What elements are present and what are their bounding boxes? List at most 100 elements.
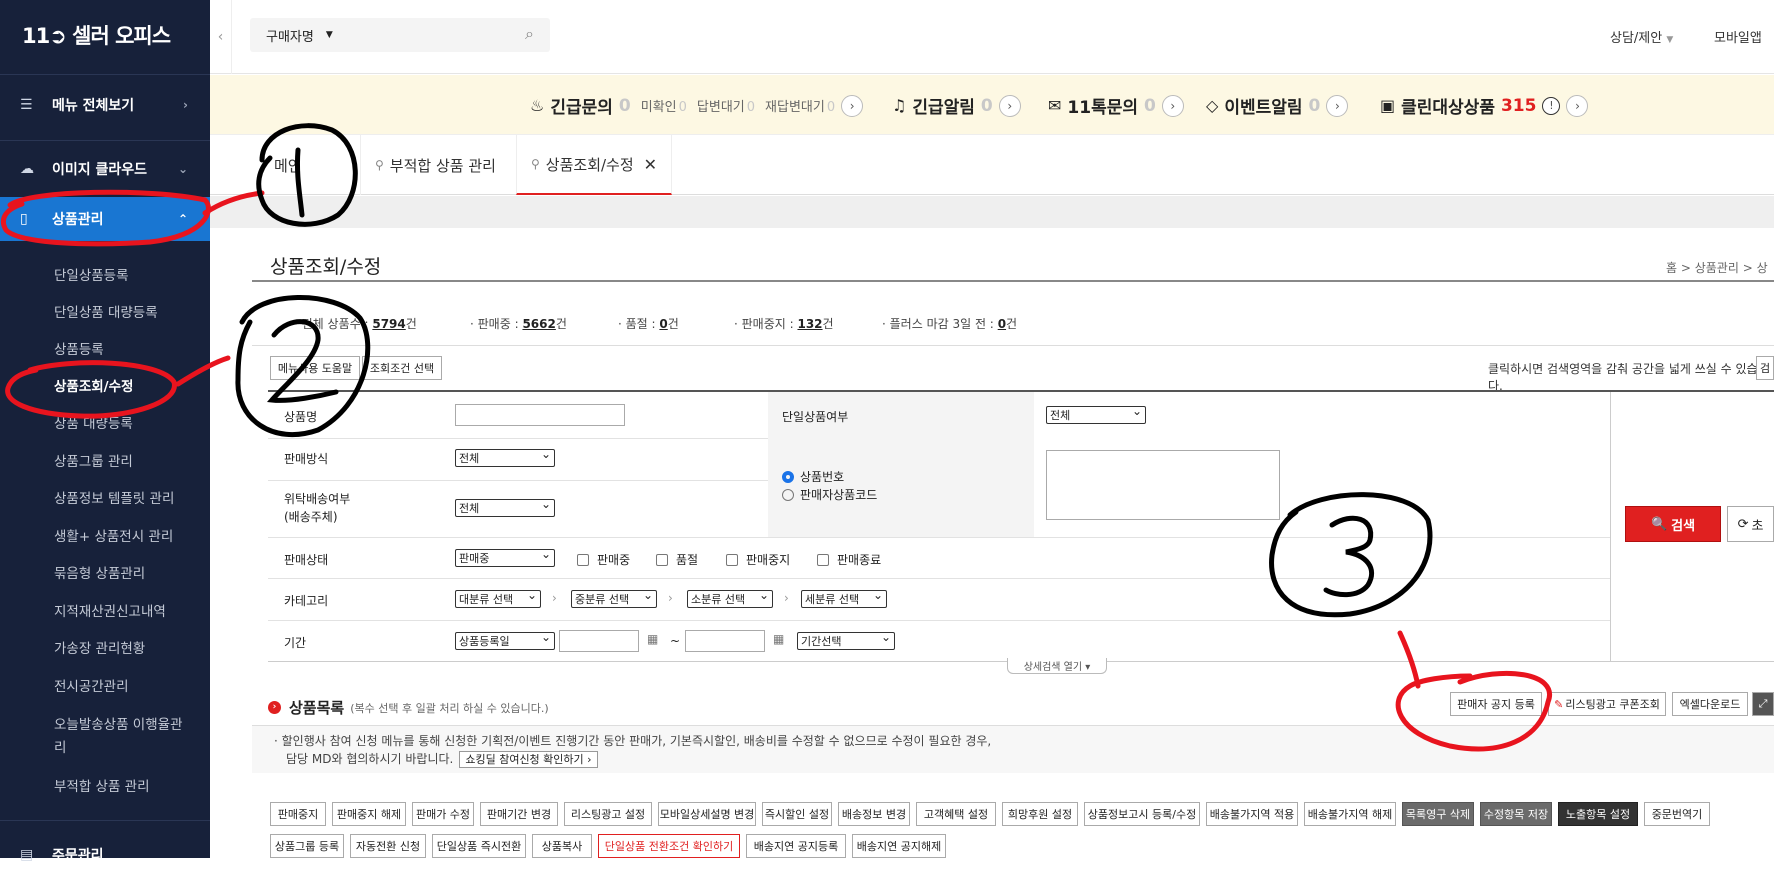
radio-product-no[interactable]: 상품번호 [782,468,844,485]
action-button[interactable]: 단일상품 즉시전환 [432,834,526,858]
info-icon[interactable]: ! [1542,96,1561,115]
sidebar-subitem-current[interactable]: 상품조회/수정 [54,375,133,395]
action-button[interactable]: 즉시할인 설정 [762,802,832,826]
action-button[interactable]: 모바일상세설명 변경 [658,802,756,826]
sidebar-item-product-mgmt[interactable]: ▯ 상품관리 ⌃ [0,197,210,241]
chevron-right-icon[interactable]: › [998,94,1021,117]
clean-target[interactable]: ▣ 클린대상상품 315 ! › [1380,93,1589,118]
breadcrumb[interactable]: 홈 > 상품관리 > 상 [1666,259,1768,276]
stat-on-sale[interactable]: · 판매중 : 5662건 [470,315,567,332]
mobile-app-link[interactable]: 모바일앱 [1714,27,1762,46]
sidebar-subitem[interactable]: 상품그룹 관리 [54,450,133,470]
product-no-textarea[interactable] [1046,450,1280,520]
chevron-right-icon[interactable]: › [1161,94,1184,117]
help-button[interactable]: 메뉴사용 도움말 [270,356,360,380]
tab-product-search[interactable]: ⚲ 상품조회/수정 ✕ [516,135,673,195]
buyer-search-box[interactable]: 구매자명 ▼ ⌕ [250,18,550,52]
action-button[interactable]: 판매기간 변경 [480,802,558,826]
stat-value[interactable]: 5794 [372,317,405,331]
action-button[interactable]: 판매중지 [270,802,326,826]
stat-value[interactable]: 0 [998,317,1006,331]
sidebar-subitem[interactable]: 상품 대량등록 [54,412,133,432]
sidebar-subitem[interactable]: 상품정보 템플릿 관리 [54,487,174,507]
menu-all-button[interactable]: ☰ 메뉴 전체보기 › [0,86,210,124]
stat-sold-out[interactable]: · 품절 : 0건 [618,315,679,332]
period-start-input[interactable] [559,630,639,652]
category-l2-select[interactable]: 중분류 선택 [571,588,657,608]
shocking-deal-link[interactable]: 쇼킹딜 참여신청 확인하기 › [459,751,598,768]
search-button[interactable]: 🔍 검색 [1625,506,1721,542]
consign-select[interactable]: 전체 [455,497,555,517]
action-button[interactable]: 리스팅광고 설정 [564,802,652,826]
status-checkbox[interactable]: 판매종료 [817,551,881,568]
talk-inquiry[interactable]: ✉ 11톡문의 0 › [1048,93,1184,118]
action-button[interactable]: 목록영구 삭제 [1402,802,1474,826]
urgent-inquiry[interactable]: ♨ 긴급문의 0 미확인 0 답변대기 0 재답변대기 0 › [530,93,864,118]
close-icon[interactable]: ✕ [644,155,657,174]
action-button[interactable]: 자동전환 신청 [350,834,426,858]
action-button[interactable]: 배송지연 공지해제 [852,834,946,858]
stat-total[interactable]: · 전체 상품수 : 5794건 [294,315,417,332]
stat-value[interactable]: 5662 [522,317,555,331]
sidebar-subitem[interactable]: 오늘발송상품 이행율관 [54,713,183,733]
action-button[interactable]: 상품그룹 등록 [270,834,344,858]
radio-seller-code[interactable]: 판매자상품코드 [782,486,877,503]
collapse-sidebar-button[interactable]: ‹ [210,0,232,74]
status-select[interactable]: 판매중 [455,547,555,567]
logo[interactable]: 11➲ 셀러 오피스 [22,20,171,50]
stat-plus[interactable]: · 플러스 마감 3일 전 : 0건 [882,315,1017,332]
sidebar-subitem[interactable]: 부적합 상품 관리 [54,775,150,795]
period-end-input[interactable] [685,630,765,652]
sidebar-subitem[interactable]: 단일상품등록 [54,264,129,284]
action-button[interactable]: 수정항목 저장 [1480,802,1552,826]
sidebar-subitem[interactable]: 가송장 관리현황 [54,637,145,657]
event-alert[interactable]: ◇ 이벤트알림 0 › [1206,93,1349,118]
reset-button[interactable]: ⟳ 초 [1727,506,1774,542]
action-button[interactable]: 중문번역기 [1644,802,1710,826]
sidebar-subitem[interactable]: 묶음형 상품관리 [54,562,145,582]
seller-notice-button[interactable]: 판매자 공지 등록 [1450,692,1542,716]
listing-ad-coupon-button[interactable]: ✎ 리스팅광고 쿠폰조회 [1548,692,1666,716]
sidebar-item-image-cloud[interactable]: ☁ 이미지 클라우드 ⌄ [0,150,210,188]
stat-value[interactable]: 132 [797,317,822,331]
chevron-right-icon[interactable]: › [1566,94,1589,117]
stat-stopped[interactable]: · 판매중지 : 132건 [734,315,834,332]
sidebar-subitem[interactable]: 생활+ 상품전시 관리 [54,525,173,545]
condition-select-button[interactable]: 조회조건 선택 [362,356,442,380]
urgent-alert[interactable]: ♫ 긴급알림 0 › [892,93,1021,118]
sidebar-subitem[interactable]: 전시공간관리 [54,675,129,695]
action-button[interactable]: 판매가 수정 [412,802,474,826]
calendar-icon[interactable]: ▦ [773,632,784,646]
sidebar-subitem[interactable]: 상품등록 [54,338,104,358]
action-button[interactable]: 단일상품 전환조건 확인하기 [598,834,740,858]
detail-search-toggle[interactable]: 상세검색 열기 ▾ [1007,658,1107,674]
excel-download-button[interactable]: 엑셀다운로드 [1672,692,1748,716]
action-button[interactable]: 판매중지 해제 [332,802,406,826]
category-l4-select[interactable]: 세분류 선택 [801,588,887,608]
sidebar-subitem[interactable]: 지적재산권신고내역 [54,600,166,620]
action-button[interactable]: 상품정보고시 등록/수정 [1084,802,1200,826]
period-type-select[interactable]: 상품등록일 [455,630,555,650]
single-flag-select[interactable]: 전체 [1046,404,1146,424]
calendar-icon[interactable]: ▦ [647,632,658,646]
category-l3-select[interactable]: 소분류 선택 [687,588,773,608]
action-button[interactable]: 배송정보 변경 [838,802,910,826]
sidebar-subitem[interactable]: 단일상품 대량등록 [54,301,158,321]
chevron-right-icon[interactable]: › [841,94,864,117]
stat-value[interactable]: 0 [659,317,667,331]
sidebar-subitem[interactable]: 리 [54,736,66,756]
search-type-select[interactable]: 구매자명 [266,26,314,45]
tab-unsuitable[interactable]: ⚲ 부적합 상품 관리 [360,135,510,195]
action-button[interactable]: 배송지연 공지등록 [746,834,846,858]
sidebar-item-order-mgmt[interactable]: ▤ 주문관리 [0,836,210,874]
category-l1-select[interactable]: 대분류 선택 [455,588,541,608]
period-select[interactable]: 기간선택 [797,630,895,650]
action-button[interactable]: 노출항목 설정 [1558,802,1638,826]
action-button[interactable]: 상품복사 [532,834,592,858]
action-button[interactable]: 배송불가지역 적용 [1206,802,1298,826]
action-button[interactable]: 희망후원 설정 [1002,802,1078,826]
expand-icon[interactable]: ⤢ [1752,692,1774,716]
chevron-right-icon[interactable]: › [1326,94,1349,117]
status-checkbox[interactable]: 판매중지 [726,551,790,568]
status-checkbox[interactable]: 판매중 [577,551,630,568]
